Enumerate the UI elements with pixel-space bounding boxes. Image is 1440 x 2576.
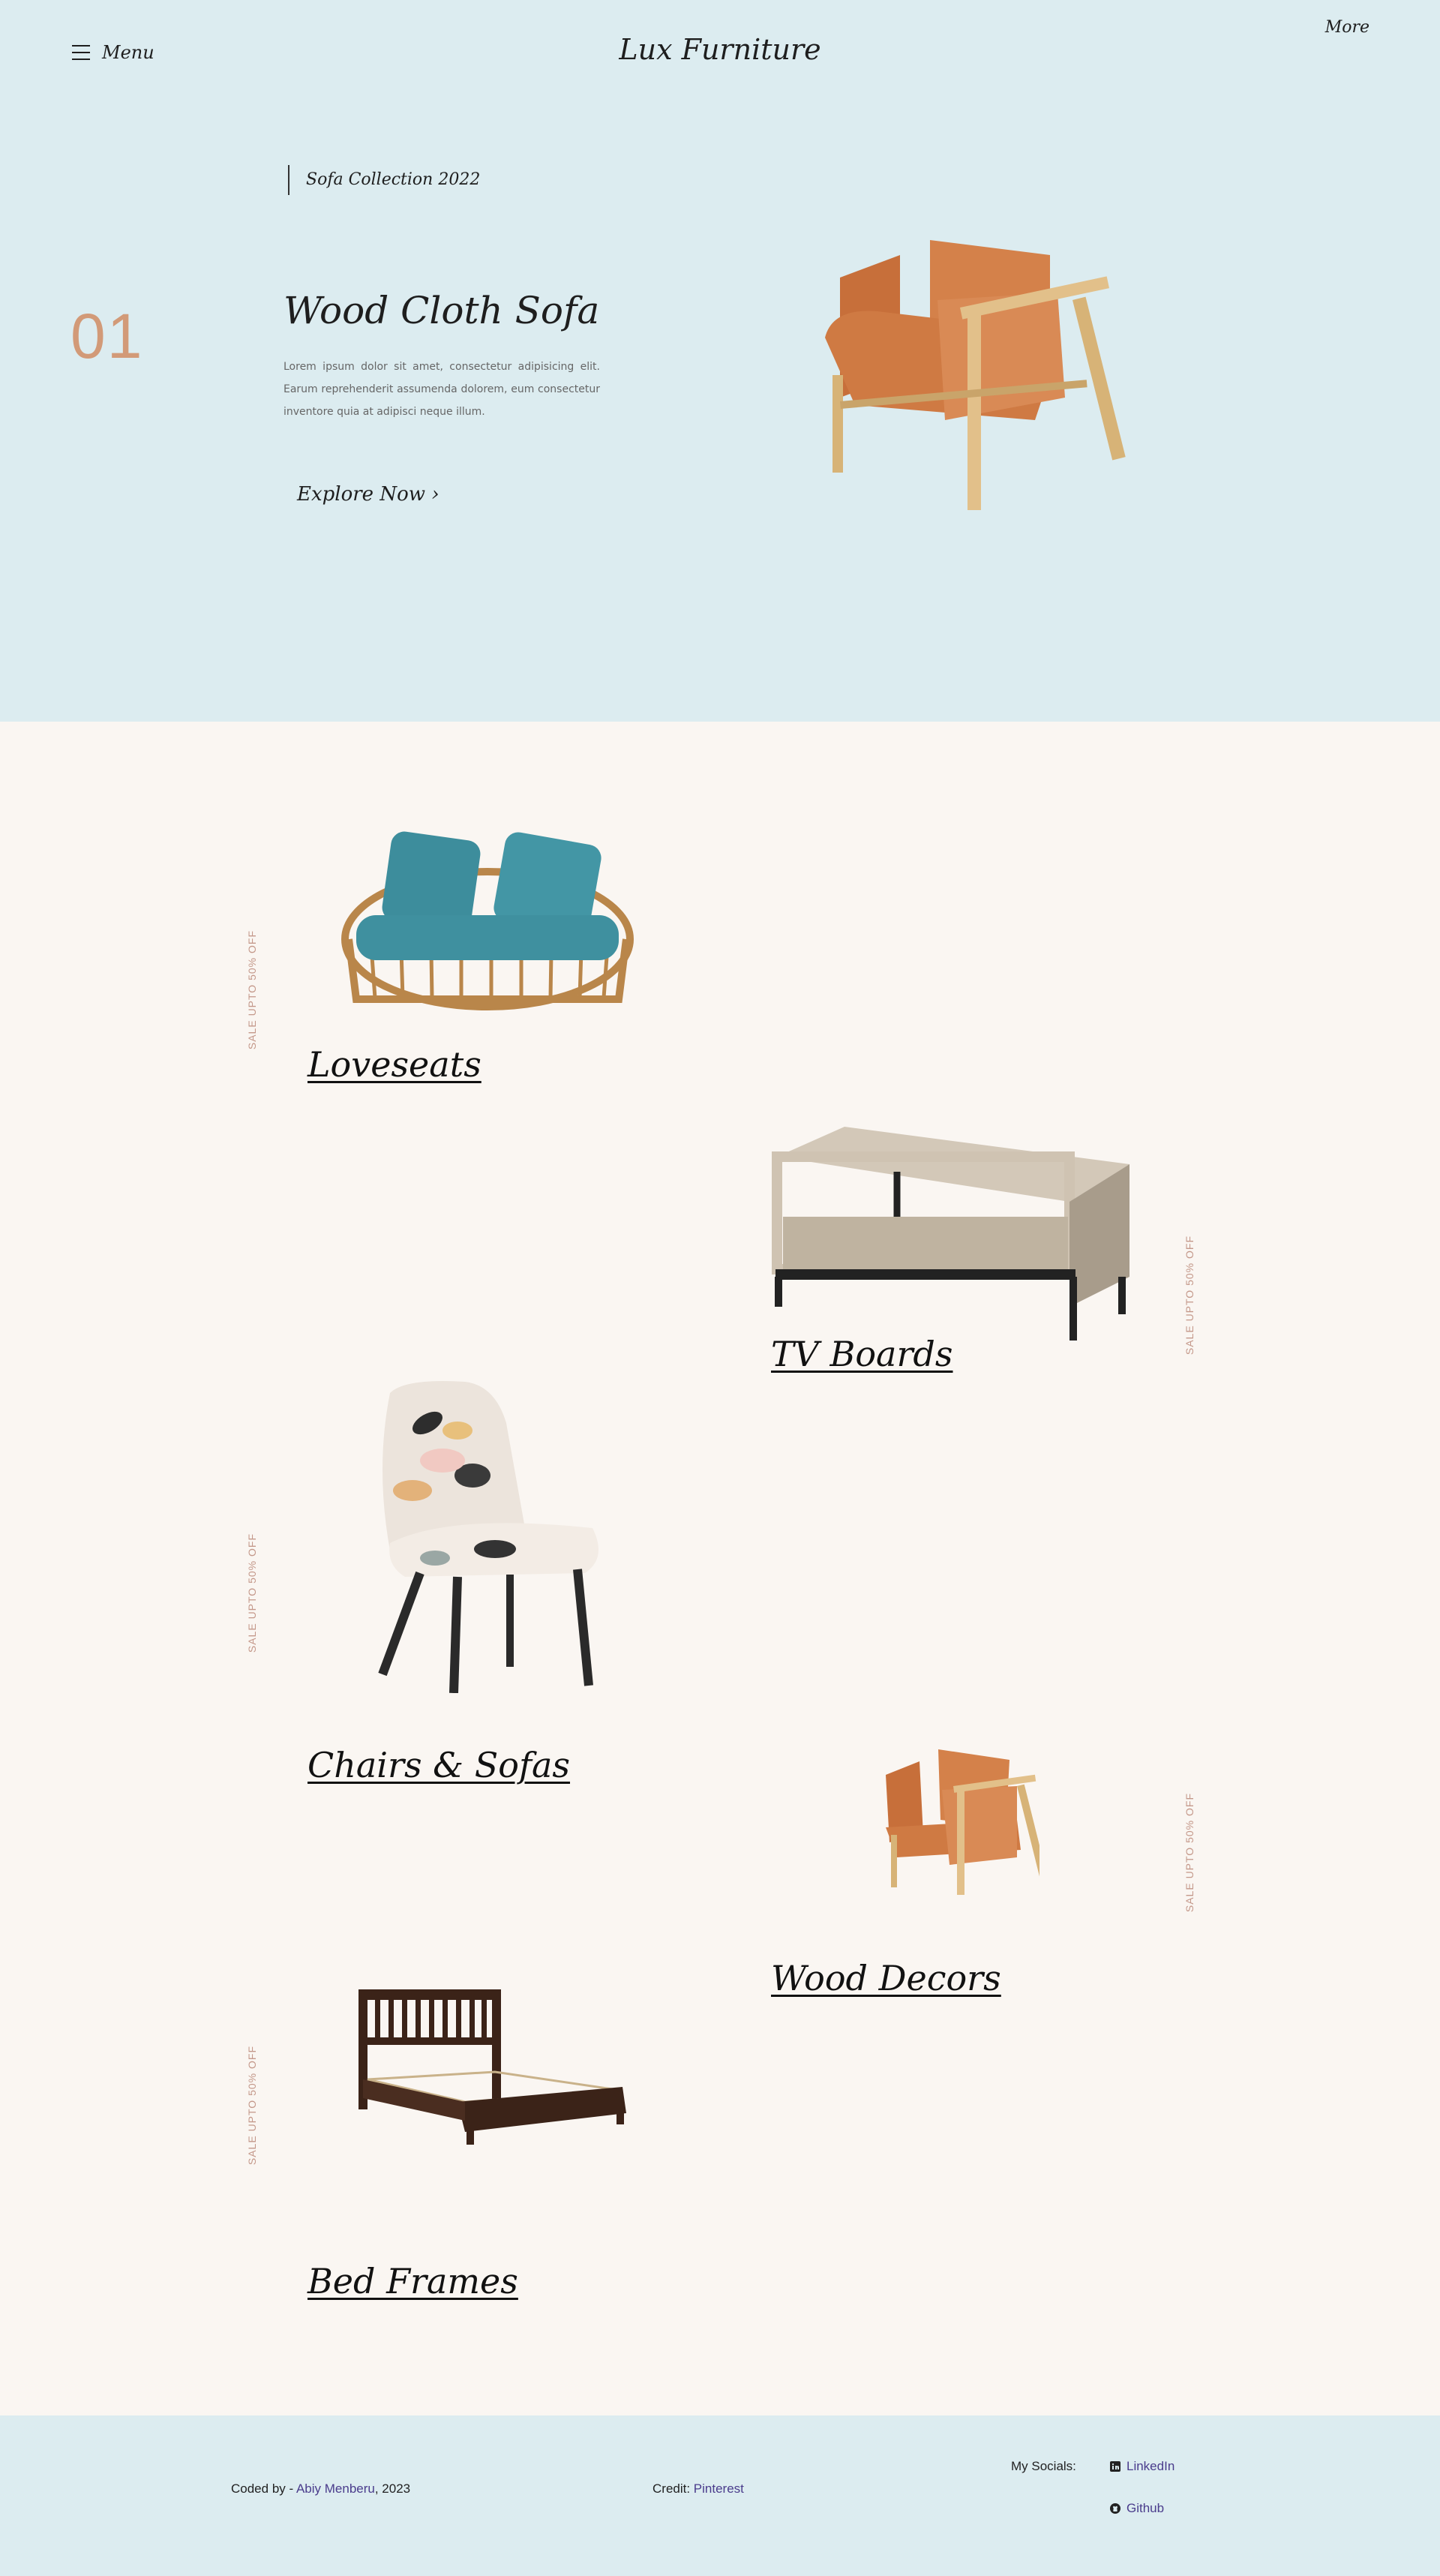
- author-link[interactable]: Abiy Menberu: [296, 2481, 375, 2496]
- category-bed-frames[interactable]: Bed Frames: [308, 2261, 518, 2301]
- footer: Coded by - Abiy Menberu, 2023 Credit: Pi…: [0, 2415, 1440, 2576]
- sale-badge: SALE UPTO 50% OFF: [246, 1533, 258, 1653]
- slide-number: 01: [70, 301, 144, 371]
- product-description: Lorem ipsum dolor sit amet, consectetur …: [284, 361, 600, 418]
- pinterest-link[interactable]: Pinterest: [694, 2481, 744, 2496]
- coded-by-label: Coded by -: [231, 2481, 296, 2496]
- coded-by: Coded by - Abiy Menberu, 2023: [231, 2481, 410, 2496]
- credit: Credit: Pinterest: [652, 2481, 744, 2496]
- credit-label: Credit:: [652, 2481, 694, 2496]
- category-loveseats[interactable]: Loveseats: [308, 1044, 482, 1085]
- github-item[interactable]: Github: [1110, 2501, 1164, 2516]
- armchair-image: [825, 240, 1126, 510]
- linkedin-link[interactable]: LinkedIn: [1126, 2459, 1174, 2474]
- sale-badge: SALE UPTO 50% OFF: [246, 2046, 258, 2166]
- category-tv-boards[interactable]: TV Boards: [771, 1334, 953, 1374]
- tv-board-image: [772, 1127, 1130, 1341]
- more-link[interactable]: More: [1325, 18, 1370, 37]
- github-link[interactable]: Github: [1126, 2501, 1164, 2516]
- linkedin-item[interactable]: LinkedIn: [1110, 2459, 1174, 2474]
- accent-chair-image: [378, 1381, 598, 1693]
- hero-section: Menu Lux Furniture More Sofa Collection …: [0, 0, 1440, 722]
- bed-frame-image: [358, 1989, 626, 2145]
- sale-badge: SALE UPTO 50% OFF: [1184, 1235, 1196, 1356]
- category-chairs-sofas[interactable]: Chairs & Sofas: [308, 1745, 570, 1785]
- brand-logo[interactable]: Lux Furniture: [0, 33, 1440, 66]
- github-icon: [1110, 2503, 1120, 2514]
- sale-badge: SALE UPTO 50% OFF: [246, 930, 258, 1050]
- year-text: , 2023: [374, 2481, 411, 2496]
- collection-label: Sofa Collection 2022: [288, 165, 480, 195]
- wood-armchair-image: [886, 1749, 1040, 1895]
- explore-now-link[interactable]: Explore Now ›: [297, 483, 440, 506]
- product-title: Wood Cloth Sofa: [284, 289, 600, 332]
- socials-label: My Socials:: [1011, 2459, 1076, 2473]
- category-wood-decors[interactable]: Wood Decors: [771, 1958, 1001, 1998]
- collections-section: SALE UPTO 50% OFF Loveseats SALE UPTO 50…: [0, 722, 1440, 2415]
- linkedin-icon: [1110, 2461, 1120, 2472]
- loveseat-image: [341, 831, 634, 1010]
- sale-badge: SALE UPTO 50% OFF: [1184, 1793, 1196, 1913]
